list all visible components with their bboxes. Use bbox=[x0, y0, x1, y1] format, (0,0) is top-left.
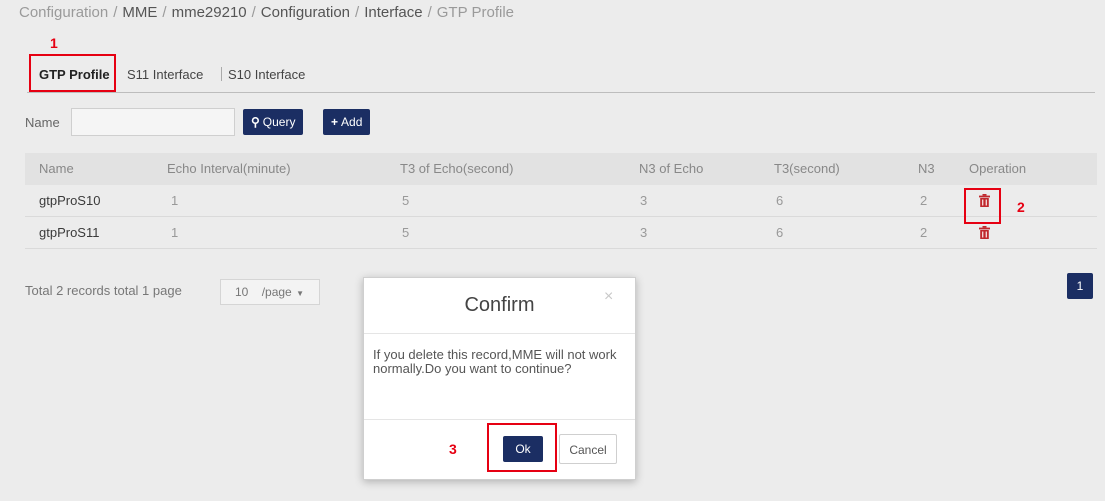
page-size-select[interactable]: 10 /page ▼ bbox=[220, 279, 320, 305]
query-button[interactable]: ⚲ Query bbox=[243, 109, 304, 135]
tab-divider bbox=[221, 67, 222, 81]
annotation-box-2 bbox=[964, 188, 1001, 224]
page-size-suffix: /page bbox=[261, 285, 292, 299]
query-label: Query bbox=[262, 115, 296, 129]
cell-t3: 6 bbox=[776, 225, 784, 240]
annotation-box-1 bbox=[29, 54, 116, 92]
breadcrumb-separator: / bbox=[251, 4, 256, 21]
page-size-value: 10 bbox=[235, 285, 249, 299]
breadcrumb: Configuration / MME / mme29210/Configuration… bbox=[19, 0, 514, 28]
dialog-divider bbox=[364, 419, 635, 420]
breadcrumb-current: GTP Profile bbox=[436, 4, 514, 21]
cell-name: gtpProS10 bbox=[39, 193, 101, 208]
cell-n3: 2 bbox=[920, 225, 928, 240]
tab-s10-interface[interactable]: S10 Interface bbox=[228, 64, 305, 86]
annotation-number-3: 3 bbox=[449, 441, 457, 457]
tab-bar: GTP Profile S11 Interface S10 Interface bbox=[27, 60, 1095, 93]
column-header-operation: Operation bbox=[969, 161, 1027, 176]
page-button-current[interactable]: 1 bbox=[1067, 273, 1093, 299]
breadcrumb-item[interactable]: MME bbox=[122, 4, 157, 21]
cell-n3: 2 bbox=[920, 193, 928, 208]
annotation-number-2: 2 bbox=[1017, 199, 1025, 215]
table-row: gtpProS11 1 5 3 6 2 bbox=[25, 217, 1097, 249]
cancel-button[interactable]: Cancel bbox=[559, 434, 617, 464]
dialog-title: Confirm bbox=[464, 294, 535, 316]
column-header-t3-echo: T3 of Echo(second) bbox=[400, 161, 514, 176]
cell-t3: 6 bbox=[776, 193, 784, 208]
column-header-t3: T3(second) bbox=[774, 161, 840, 176]
name-label: Name bbox=[25, 115, 60, 130]
cell-echo-interval: 1 bbox=[171, 225, 179, 240]
close-icon[interactable]: × bbox=[604, 288, 613, 306]
tab-s11-interface[interactable]: S11 Interface bbox=[127, 64, 203, 86]
table-row: gtpProS10 1 5 3 6 2 bbox=[25, 185, 1097, 217]
name-search-input[interactable] bbox=[71, 108, 235, 136]
dialog-message: If you delete this record,MME will not w… bbox=[373, 347, 617, 376]
breadcrumb-item[interactable]: mme29210 bbox=[172, 4, 247, 21]
annotation-number-1: 1 bbox=[50, 35, 58, 51]
pagination-summary: Total 2 records total 1 page bbox=[25, 283, 182, 298]
breadcrumb-separator: / bbox=[427, 4, 432, 21]
plus-icon: + bbox=[331, 115, 339, 129]
breadcrumb-item[interactable]: Configuration bbox=[261, 4, 350, 21]
breadcrumb-separator: / bbox=[162, 4, 167, 21]
cell-name: gtpProS11 bbox=[39, 225, 100, 240]
column-header-name: Name bbox=[39, 161, 74, 176]
main-panel: Configuration / MME / mme29210/Configuration… bbox=[7, 0, 1105, 501]
column-header-echo-interval: Echo Interval(minute) bbox=[167, 161, 291, 176]
add-button[interactable]: + Add bbox=[323, 109, 371, 135]
cell-t3-echo: 5 bbox=[402, 225, 410, 240]
cell-echo-interval: 1 bbox=[171, 193, 179, 208]
column-header-n3: N3 bbox=[918, 161, 935, 176]
breadcrumb-separator: / bbox=[113, 4, 118, 21]
table-header-row: Name Echo Interval(minute) T3 of Echo(se… bbox=[25, 153, 1097, 185]
column-header-n3-echo: N3 of Echo bbox=[639, 161, 704, 176]
search-icon: ⚲ bbox=[251, 115, 260, 129]
dialog-divider bbox=[364, 333, 635, 334]
breadcrumb-item[interactable]: Interface bbox=[364, 4, 422, 21]
trash-icon[interactable] bbox=[979, 226, 990, 239]
cell-t3-echo: 5 bbox=[402, 193, 410, 208]
cell-n3-echo: 3 bbox=[640, 225, 648, 240]
add-label: Add bbox=[341, 115, 363, 129]
cell-n3-echo: 3 bbox=[640, 193, 648, 208]
chevron-down-icon: ▼ bbox=[296, 289, 304, 298]
breadcrumb-item[interactable]: Configuration bbox=[19, 4, 108, 21]
ok-button[interactable]: Ok bbox=[503, 436, 543, 462]
breadcrumb-separator: / bbox=[355, 4, 360, 21]
